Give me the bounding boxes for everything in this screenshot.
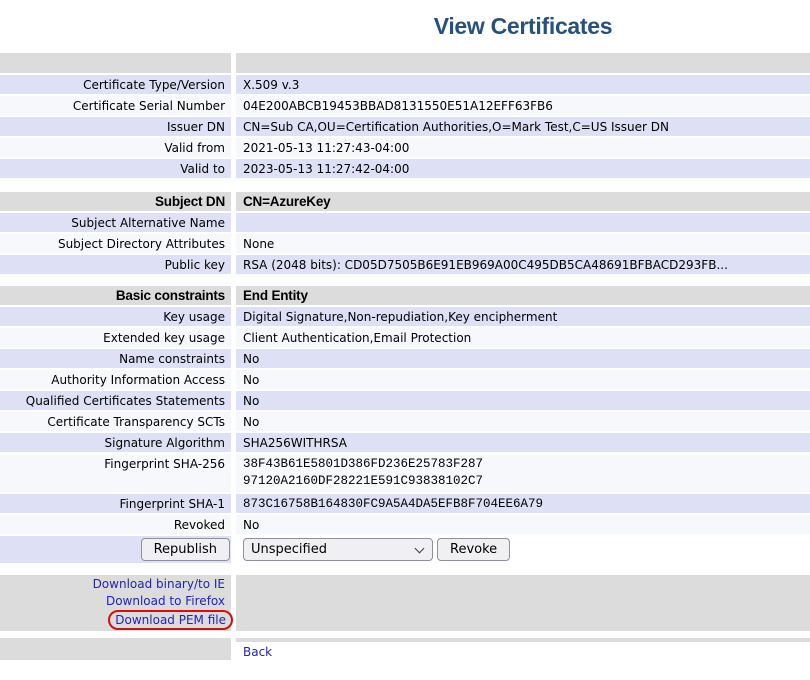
table-row: Issuer DN CN=Sub CA,OU=Certification Aut…	[0, 117, 810, 136]
row-value-serial-number: 04E200ABCB19453BBAD8131550E51A12EFF63FB6	[236, 96, 810, 115]
row-label-valid-from: Valid from	[0, 138, 231, 157]
table-row: Key usage Digital Signature,Non-repudiat…	[0, 307, 810, 326]
table-row: Public key RSA (2048 bits): CD05D7505B6E…	[0, 255, 810, 274]
row-value-revoked: No	[236, 515, 810, 534]
download-binary-ie-link[interactable]: Download binary/to IE	[93, 576, 225, 592]
row-label-subject-alt-name: Subject Alternative Name	[0, 213, 231, 232]
table-row: Name constraints No	[0, 349, 810, 368]
row-label-key-usage: Key usage	[0, 307, 231, 326]
fingerprint-sha256-line1: 38F43B61E5801D386FD236E25783F287	[243, 456, 483, 473]
row-value-fingerprint-sha256: 38F43B61E5801D386FD236E25783F287 97120A2…	[236, 454, 810, 492]
pem-annotation-oval: Download PEM file	[108, 610, 233, 630]
back-link[interactable]: Back	[243, 645, 272, 659]
revoke-button[interactable]: Revoke	[437, 538, 510, 561]
row-value-fingerprint-sha1: 873C16758B164830FC9A5A4DA5EFB8F704EE6A79	[236, 494, 810, 513]
row-value-valid-to: 2023-05-13 11:27:42-04:00	[236, 159, 810, 178]
row-label-signature-algorithm: Signature Algorithm	[0, 433, 231, 452]
republish-button[interactable]: Republish	[141, 538, 230, 561]
footer-row: Back	[0, 638, 810, 660]
table-row: Subject Directory Attributes None	[0, 234, 810, 253]
section-value-basic-constraints: End Entity	[236, 286, 810, 305]
certificate-info-table: Certificate Type/Version X.509 v.3 Certi…	[0, 53, 810, 178]
actions-row: Republish Unspecified Revoke	[0, 536, 810, 563]
row-value-extended-key-usage: Client Authentication,Email Protection	[236, 328, 810, 347]
row-label-serial-number: Certificate Serial Number	[0, 96, 231, 115]
page-title: View Certificates	[236, 13, 810, 40]
download-pem-link[interactable]: Download PEM file	[115, 613, 226, 627]
row-label-fingerprint-sha256: Fingerprint SHA-256	[0, 454, 231, 492]
row-value-public-key: RSA (2048 bits): CD05D7505B6E91EB969A00C…	[236, 255, 810, 274]
table-row: Certificate Transparency SCTs No	[0, 412, 810, 431]
section-value-subject-dn: CN=AzureKey	[236, 192, 810, 211]
header-spacer-right	[236, 53, 810, 73]
row-label-subject-dir-attrs: Subject Directory Attributes	[0, 234, 231, 253]
table-row: Valid from 2021-05-13 11:27:43-04:00	[0, 138, 810, 157]
row-value-subject-dir-attrs: None	[236, 234, 810, 253]
row-label-extended-key-usage: Extended key usage	[0, 328, 231, 347]
row-value-name-constraints: No	[236, 349, 810, 368]
footer-back-wrap: Back	[236, 642, 810, 660]
republish-cell: Republish	[0, 536, 231, 563]
table-row: Certificate Type/Version X.509 v.3	[0, 75, 810, 94]
download-links: Download binary/to IE Download to Firefo…	[0, 575, 231, 631]
row-value-subject-alt-name	[236, 213, 810, 232]
section-header-row: Subject DN CN=AzureKey	[0, 192, 810, 211]
row-label-certificate-type: Certificate Type/Version	[0, 75, 231, 94]
download-row: Download binary/to IE Download to Firefo…	[0, 575, 810, 631]
section-header-subject-dn: Subject DN	[0, 192, 231, 211]
row-value-key-usage: Digital Signature,Non-repudiation,Key en…	[236, 307, 810, 326]
table-row: Signature Algorithm SHA256WITHRSA	[0, 433, 810, 452]
row-value-authority-info-access: No	[236, 370, 810, 389]
row-label-valid-to: Valid to	[0, 159, 231, 178]
section-header-basic-constraints: Basic constraints	[0, 286, 231, 305]
table-row: Extended key usage Client Authentication…	[0, 328, 810, 347]
download-section: Download binary/to IE Download to Firefo…	[0, 575, 810, 631]
table-row: Authority Information Access No	[0, 370, 810, 389]
basic-constraints-table: Basic constraints End Entity Key usage D…	[0, 286, 810, 563]
row-label-revoked: Revoked	[0, 515, 231, 534]
download-spacer-right	[236, 575, 810, 631]
row-value-qualified-statements: No	[236, 391, 810, 410]
row-label-fingerprint-sha1: Fingerprint SHA-1	[0, 494, 231, 513]
view-certificates-page: View Certificates Certificate Type/Versi…	[0, 13, 810, 660]
row-value-ct-scts: No	[236, 412, 810, 431]
table-row: Qualified Certificates Statements No	[0, 391, 810, 410]
table-row: Fingerprint SHA-1 873C16758B164830FC9A5A…	[0, 494, 810, 513]
row-label-authority-info-access: Authority Information Access	[0, 370, 231, 389]
row-value-valid-from: 2021-05-13 11:27:43-04:00	[236, 138, 810, 157]
row-value-signature-algorithm: SHA256WITHRSA	[236, 433, 810, 452]
row-label-name-constraints: Name constraints	[0, 349, 231, 368]
row-value-certificate-type: X.509 v.3	[236, 75, 810, 94]
revoke-cell: Unspecified Revoke	[236, 536, 810, 563]
row-label-public-key: Public key	[0, 255, 231, 274]
footer-section: Back	[0, 638, 810, 660]
row-label-issuer-dn: Issuer DN	[0, 117, 231, 136]
footer-spacer-left	[0, 638, 231, 660]
revocation-reason-select[interactable]: Unspecified	[243, 538, 433, 561]
table-row: Valid to 2023-05-13 11:27:42-04:00	[0, 159, 810, 178]
header-spacer-left	[0, 53, 231, 73]
footer-right: Back	[236, 638, 810, 660]
table-row: Fingerprint SHA-256 38F43B61E5801D386FD2…	[0, 454, 810, 492]
table-header-spacer	[0, 53, 810, 73]
table-row: Revoked No	[0, 515, 810, 534]
section-header-row: Basic constraints End Entity	[0, 286, 810, 305]
fingerprint-sha256-line2: 97120A2160DF28221E591C93838102C7	[243, 473, 483, 490]
revocation-reason-select-wrap: Unspecified	[243, 538, 433, 561]
subject-dn-table: Subject DN CN=AzureKey Subject Alternati…	[0, 192, 810, 274]
row-label-ct-scts: Certificate Transparency SCTs	[0, 412, 231, 431]
row-label-qualified-statements: Qualified Certificates Statements	[0, 391, 231, 410]
table-row: Certificate Serial Number 04E200ABCB1945…	[0, 96, 810, 115]
row-value-issuer-dn: CN=Sub CA,OU=Certification Authorities,O…	[236, 117, 810, 136]
download-firefox-link[interactable]: Download to Firefox	[106, 593, 225, 609]
table-row: Subject Alternative Name	[0, 213, 810, 232]
